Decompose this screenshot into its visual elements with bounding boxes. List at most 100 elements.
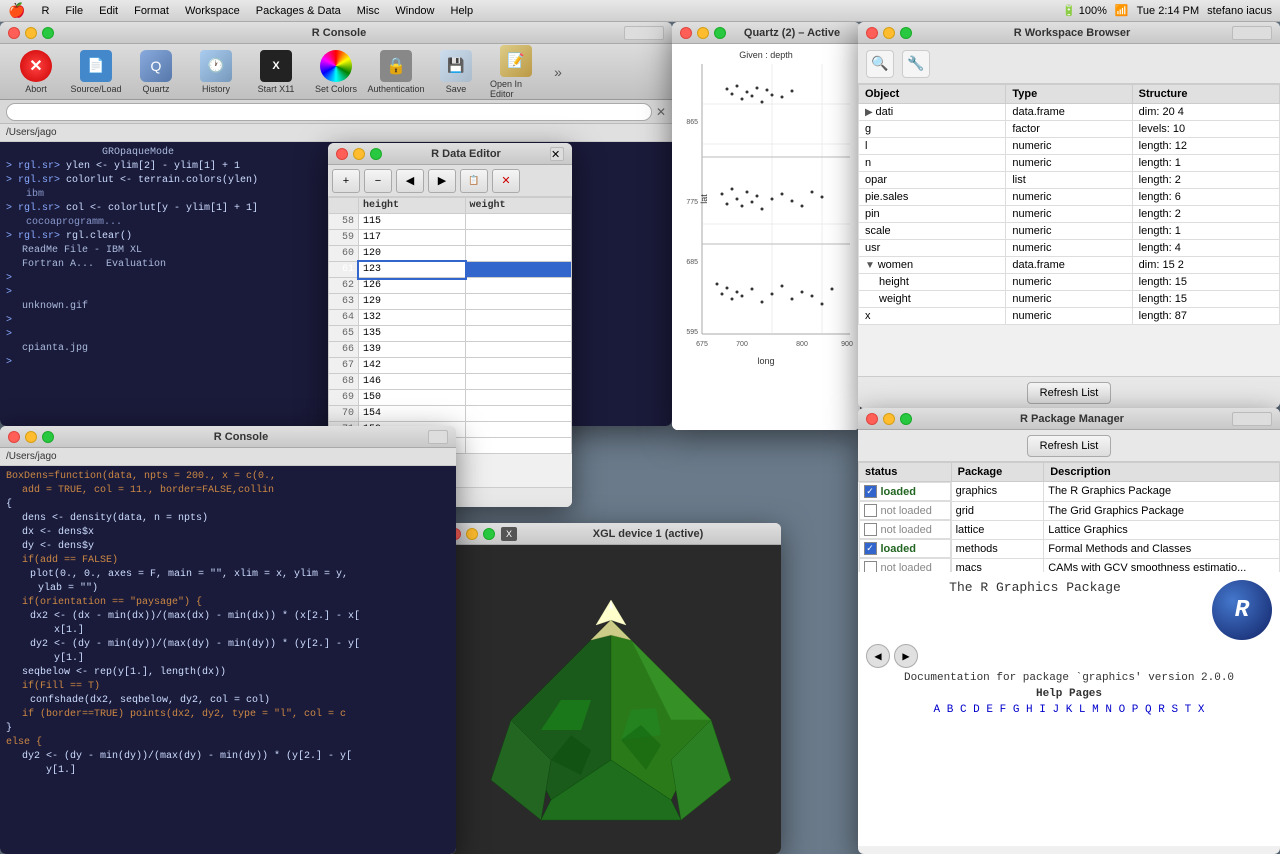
rcl-content[interactable]: BoxDens=function(data, npts = 200., x = …: [0, 466, 456, 854]
de-cell-height[interactable]: 126: [359, 278, 466, 294]
wb-resize[interactable]: [1232, 26, 1272, 40]
pm-checkbox[interactable]: ✓: [864, 542, 877, 555]
menu-packages[interactable]: Packages & Data: [256, 5, 341, 17]
wb-tool-icon[interactable]: 🔧: [902, 50, 930, 78]
de-cell-height[interactable]: 129: [359, 294, 466, 310]
de-col-left[interactable]: ◀: [396, 169, 424, 193]
de-cell-height[interactable]: 150: [359, 390, 466, 406]
pm-forward-arrow[interactable]: ▶: [894, 644, 918, 668]
maximize-button[interactable]: [42, 27, 54, 39]
de-cell-weight[interactable]: [465, 278, 572, 294]
pm-link-t[interactable]: T: [1185, 704, 1192, 716]
wb-table-row[interactable]: lnumericlength: 12: [859, 138, 1280, 155]
wb-search-icon[interactable]: 🔍: [866, 50, 894, 78]
pm-link-e[interactable]: E: [986, 704, 993, 716]
pm-link-q[interactable]: Q: [1145, 704, 1152, 716]
quartz-traffic-lights[interactable]: [680, 27, 726, 39]
pm-table-scroll[interactable]: status Package Description ✓loadedgraphi…: [858, 462, 1280, 572]
menu-workspace[interactable]: Workspace: [185, 5, 240, 17]
de-table-row[interactable]: 70154: [329, 406, 572, 422]
pm-link-x[interactable]: X: [1198, 704, 1205, 716]
pm-link-o[interactable]: O: [1119, 704, 1126, 716]
de-cell-weight[interactable]: [465, 294, 572, 310]
pm-link-h[interactable]: H: [1026, 704, 1033, 716]
start-x11-button[interactable]: X Start X11: [248, 46, 304, 98]
de-cell-weight[interactable]: [465, 262, 572, 278]
pm-link-p[interactable]: P: [1132, 704, 1139, 716]
close-button[interactable]: [336, 148, 348, 160]
search-clear[interactable]: ✕: [656, 105, 666, 119]
de-table-row[interactable]: 69150: [329, 390, 572, 406]
de-cell-weight[interactable]: [465, 438, 572, 454]
de-cell-weight[interactable]: [465, 374, 572, 390]
pm-checkbox[interactable]: [864, 523, 877, 536]
wb-table-row[interactable]: gfactorlevels: 10: [859, 121, 1280, 138]
wb-table-row[interactable]: ▶ datidata.framedim: 20 4: [859, 104, 1280, 121]
pm-link-c[interactable]: C: [960, 704, 967, 716]
pm-link-j[interactable]: J: [1052, 704, 1059, 716]
minimize-button[interactable]: [697, 27, 709, 39]
de-cell-height[interactable]: 117: [359, 230, 466, 246]
close-button[interactable]: [8, 27, 20, 39]
pm-link-i[interactable]: I: [1039, 704, 1046, 716]
wb-traffic-lights[interactable]: [866, 27, 912, 39]
wb-table-row[interactable]: nnumericlength: 1: [859, 155, 1280, 172]
history-button[interactable]: 🕐 History: [188, 46, 244, 98]
close-button[interactable]: [866, 413, 878, 425]
pm-link-d[interactable]: D: [973, 704, 980, 716]
de-cell-height[interactable]: 135: [359, 326, 466, 342]
minimize-button[interactable]: [25, 431, 37, 443]
de-table-row[interactable]: 61123: [329, 262, 572, 278]
toolbar-overflow[interactable]: »: [548, 64, 568, 80]
close-button[interactable]: [866, 27, 878, 39]
de-cell-weight[interactable]: [465, 406, 572, 422]
de-delete-row[interactable]: −: [364, 169, 392, 193]
quartz-button[interactable]: Q Quartz: [128, 46, 184, 98]
de-table-row[interactable]: 58115: [329, 214, 572, 230]
de-cell-weight[interactable]: [465, 358, 572, 374]
pm-link-b[interactable]: B: [947, 704, 954, 716]
de-cell-height[interactable]: 120: [359, 246, 466, 262]
pm-link-m[interactable]: M: [1092, 704, 1099, 716]
de-table-row[interactable]: 66139: [329, 342, 572, 358]
apple-menu[interactable]: 🍎: [8, 2, 25, 19]
pm-link-l[interactable]: L: [1079, 704, 1086, 716]
open-editor-button[interactable]: 📝 Open In Editor: [488, 41, 544, 103]
de-traffic-lights[interactable]: [336, 148, 382, 160]
close-button[interactable]: [680, 27, 692, 39]
minimize-button[interactable]: [353, 148, 365, 160]
resize-handle[interactable]: [624, 26, 664, 40]
pm-link-g[interactable]: G: [1013, 704, 1020, 716]
de-cell-weight[interactable]: [465, 342, 572, 358]
de-delete[interactable]: ✕: [492, 169, 520, 193]
pm-table-row[interactable]: not loadedmacsCAMs with GCV smoothness e…: [859, 558, 1280, 572]
wb-table-row[interactable]: ▼ womendata.framedim: 15 2: [859, 257, 1280, 274]
pm-link-f[interactable]: F: [1000, 704, 1007, 716]
pm-checkbox[interactable]: ✓: [864, 485, 877, 498]
minimize-button[interactable]: [883, 27, 895, 39]
abort-button[interactable]: ✕ Abort: [8, 46, 64, 98]
search-input[interactable]: [6, 103, 652, 121]
wb-table-row[interactable]: pinnumericlength: 2: [859, 206, 1280, 223]
de-table-row[interactable]: 65135: [329, 326, 572, 342]
wb-table-row[interactable]: heightnumericlength: 15: [859, 274, 1280, 291]
de-add-row[interactable]: +: [332, 169, 360, 193]
de-table-row[interactable]: 64132: [329, 310, 572, 326]
minimize-button[interactable]: [883, 413, 895, 425]
de-table-row[interactable]: 63129: [329, 294, 572, 310]
de-cell-weight[interactable]: [465, 310, 572, 326]
de-table-row[interactable]: 59117: [329, 230, 572, 246]
wb-table-row[interactable]: xnumericlength: 87: [859, 308, 1280, 325]
menu-r[interactable]: R: [41, 5, 49, 17]
pm-table-row[interactable]: not loadedgridThe Grid Graphics Package: [859, 501, 1280, 520]
de-cell-weight[interactable]: [465, 390, 572, 406]
wb-table-row[interactable]: oparlistlength: 2: [859, 172, 1280, 189]
rcl-traffic-lights[interactable]: [8, 431, 54, 443]
maximize-button[interactable]: [900, 27, 912, 39]
menu-edit[interactable]: Edit: [99, 5, 118, 17]
de-table-row[interactable]: 67142: [329, 358, 572, 374]
de-copy[interactable]: 📋: [460, 169, 488, 193]
menu-misc[interactable]: Misc: [357, 5, 380, 17]
de-cell-weight[interactable]: [465, 326, 572, 342]
de-cell-height[interactable]: 142: [359, 358, 466, 374]
